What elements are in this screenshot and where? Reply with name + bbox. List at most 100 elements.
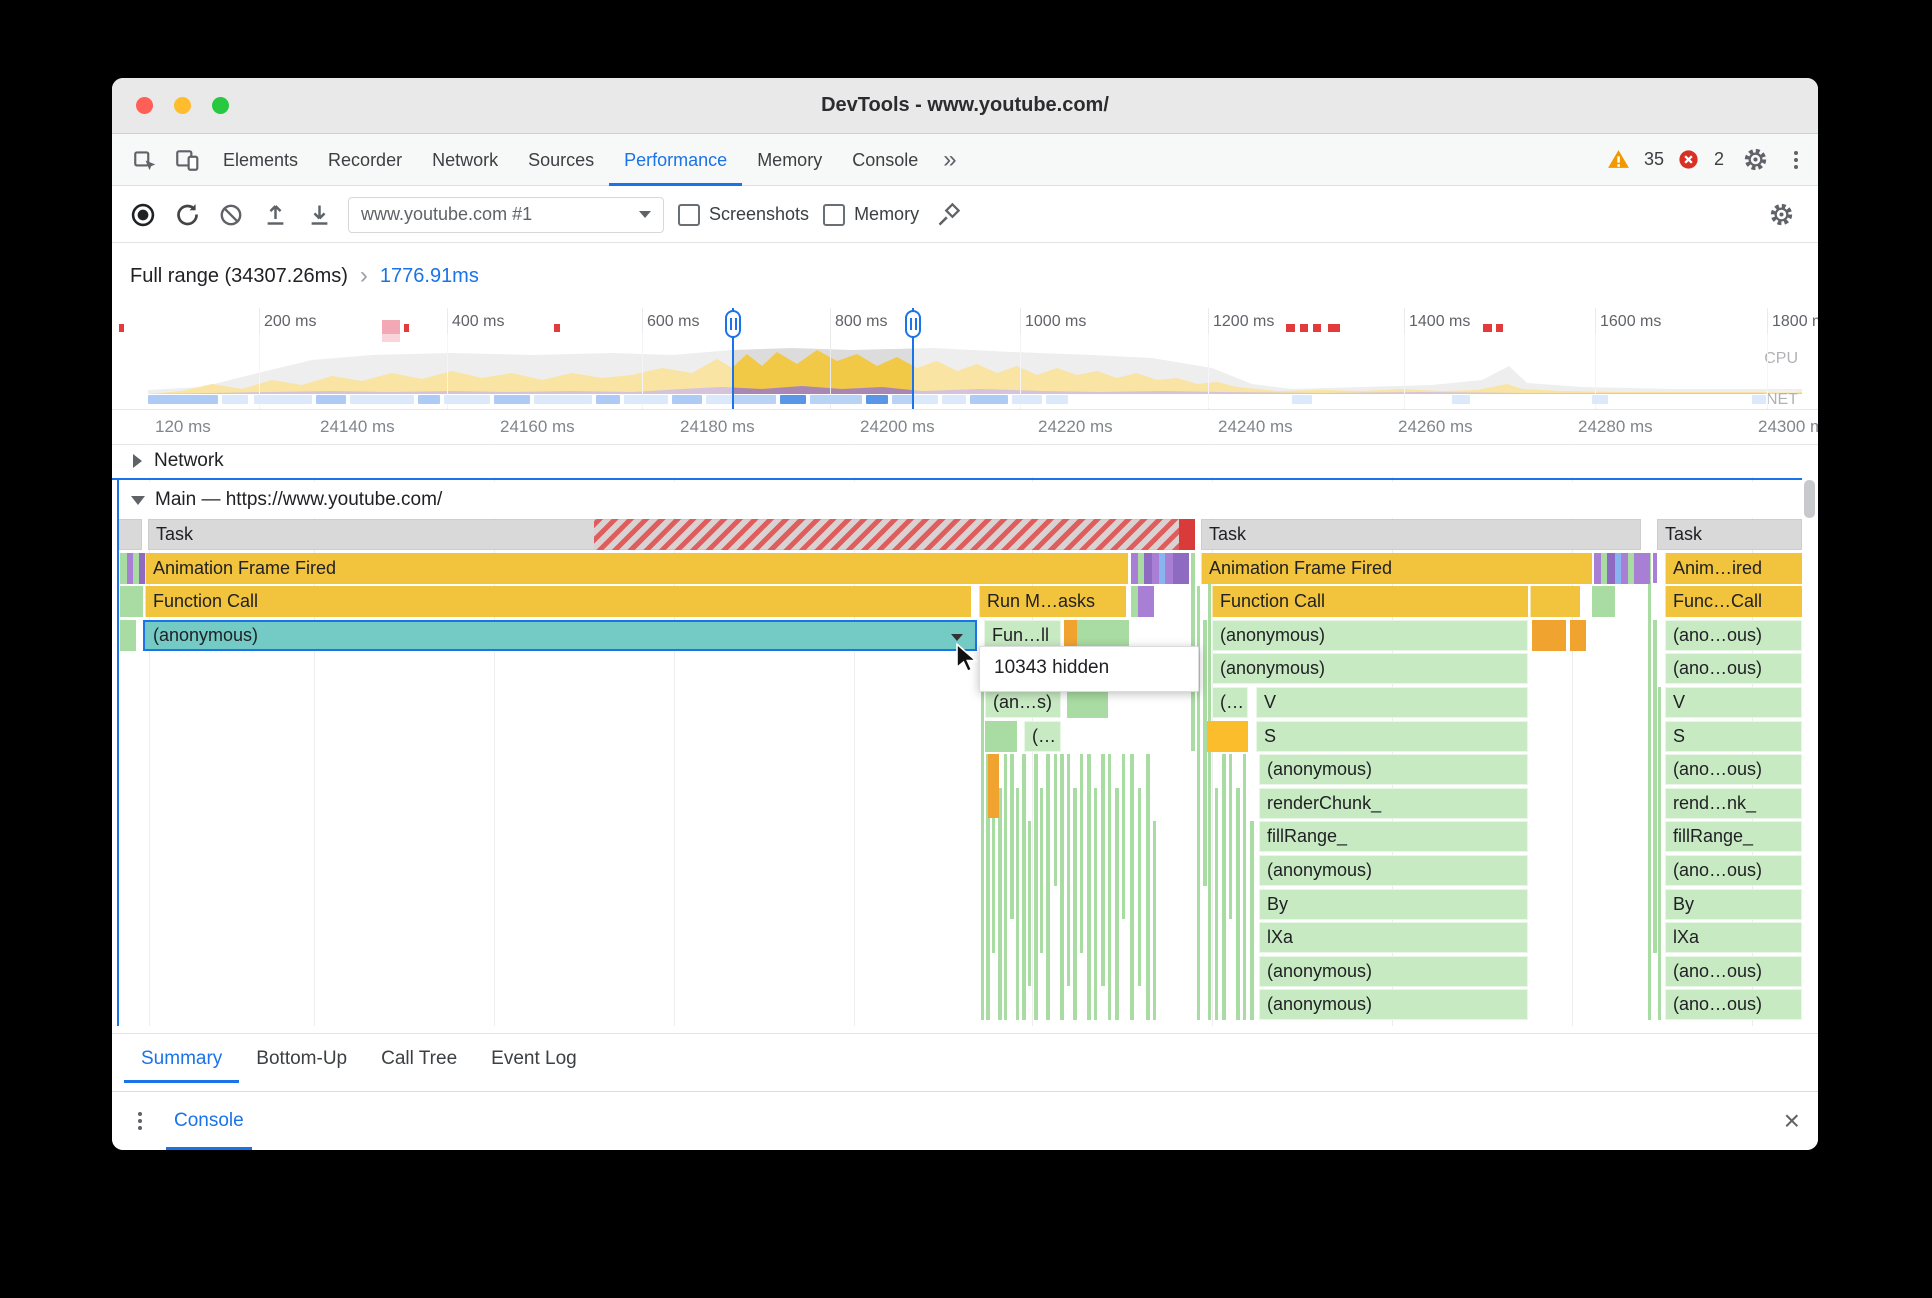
close-drawer-icon[interactable]: ×	[1784, 1092, 1800, 1150]
flame-frame[interactable]: Anim…ired	[1665, 552, 1802, 584]
flame-scrollbar-thumb[interactable]	[1804, 480, 1815, 518]
flame-frame[interactable]: (anonymous)	[1212, 619, 1528, 651]
flame-frame[interactable]: Animation Frame Fired	[1201, 552, 1592, 584]
flame-sliver[interactable]	[998, 787, 1002, 1020]
flame-frame[interactable]: fillRange_	[1259, 821, 1528, 853]
flame-frame[interactable]: lXa	[1665, 922, 1802, 954]
flame-frame[interactable]: (ano…ous)	[1665, 653, 1802, 685]
flame-frame[interactable]: (anonymous)	[1212, 653, 1528, 685]
flame-sliver[interactable]	[1570, 619, 1586, 651]
flame-frame[interactable]: (anonymous)	[143, 619, 977, 651]
drawer-menu-icon[interactable]	[130, 1112, 150, 1130]
flame-sliver[interactable]	[1222, 754, 1226, 1020]
flame-frame[interactable]: (ano…ous)	[1665, 754, 1802, 786]
flame-sliver[interactable]	[1203, 619, 1207, 886]
flame-frame[interactable]: S	[1256, 720, 1528, 752]
flame-sliver[interactable]	[1208, 552, 1211, 1020]
flame-frame[interactable]: (anonymous)	[1259, 989, 1528, 1021]
flame-sliver[interactable]	[1653, 619, 1657, 953]
flame-sliver[interactable]	[1153, 821, 1156, 1020]
flame-sliver[interactable]	[1207, 720, 1248, 752]
flame-sliver[interactable]	[1215, 787, 1218, 1020]
flame-sliver[interactable]	[1087, 754, 1091, 1020]
detail-tab-event-log[interactable]: Event Log	[474, 1034, 594, 1083]
flame-sliver[interactable]	[988, 754, 999, 819]
flame-sliver[interactable]	[1532, 619, 1566, 651]
flame-sliver[interactable]	[1034, 754, 1038, 1020]
flame-chart[interactable]: Task Animation Frame Fired Function Call Ru…	[112, 78, 1802, 1028]
flame-sliver[interactable]	[1250, 821, 1254, 1020]
flame-frame[interactable]: Animation Frame Fired	[145, 552, 1128, 584]
flame-frame[interactable]: Func…Call	[1665, 586, 1802, 618]
flame-sliver[interactable]	[120, 619, 136, 651]
flame-frame[interactable]: (anonymous)	[1259, 754, 1528, 786]
flame-sliver[interactable]	[1138, 586, 1154, 618]
flame-frame[interactable]: renderChunk_	[1259, 787, 1528, 819]
flame-sliver[interactable]	[1173, 552, 1189, 584]
drawer-tab-console[interactable]: Console	[166, 1092, 252, 1150]
flame-frame[interactable]: S	[1665, 720, 1802, 752]
flame-sliver[interactable]	[1046, 754, 1050, 1020]
flame-sliver[interactable]	[1138, 787, 1141, 987]
flame-sliver[interactable]	[1004, 754, 1007, 1020]
flame-frame[interactable]: Task	[1657, 519, 1802, 550]
flame-sliver[interactable]	[1028, 821, 1031, 987]
flame-sliver[interactable]	[1179, 519, 1195, 550]
frame-dropdown-icon[interactable]	[951, 633, 963, 641]
flame-sliver[interactable]	[1648, 552, 1651, 1020]
flame-sliver[interactable]	[981, 653, 984, 1020]
flame-frame[interactable]: (…	[1212, 687, 1248, 718]
flame-scrollbar[interactable]	[1804, 480, 1815, 1026]
flame-frame[interactable]: (ano…ous)	[1665, 855, 1802, 886]
flame-sliver[interactable]	[1022, 754, 1026, 1020]
flame-frame[interactable]: (ano…ous)	[1665, 619, 1802, 651]
flame-sliver[interactable]	[1653, 552, 1657, 584]
flame-sliver[interactable]	[1010, 754, 1014, 920]
flame-sliver[interactable]	[1229, 754, 1232, 920]
flame-sliver[interactable]	[594, 519, 1179, 550]
flame-sliver[interactable]	[1040, 787, 1043, 953]
flame-sliver[interactable]	[1530, 586, 1580, 618]
flame-sliver[interactable]	[1236, 787, 1240, 1020]
flame-sliver[interactable]	[1060, 754, 1064, 1020]
flame-sliver[interactable]	[1108, 754, 1111, 1020]
flame-frame[interactable]: Run M…asks	[979, 586, 1126, 618]
flame-sliver[interactable]	[1080, 754, 1083, 953]
flame-frame[interactable]: Function Call	[145, 586, 971, 618]
flame-sliver[interactable]	[1016, 787, 1019, 1020]
detail-tab-call-tree[interactable]: Call Tree	[364, 1034, 474, 1083]
flame-sliver[interactable]	[1130, 754, 1134, 1020]
flame-frame[interactable]: Function Call	[1212, 586, 1528, 618]
flame-sliver[interactable]	[1658, 687, 1661, 1020]
flame-sliver[interactable]	[1094, 787, 1097, 1020]
flame-sliver[interactable]	[1115, 787, 1119, 1020]
flame-frame[interactable]: Task	[1201, 519, 1641, 550]
flame-frame[interactable]: fillRange_	[1665, 821, 1802, 853]
flame-frame[interactable]: By	[1259, 888, 1528, 920]
flame-frame[interactable]: V	[1665, 687, 1802, 718]
flame-sliver[interactable]	[1101, 754, 1105, 987]
detail-tab-summary[interactable]: Summary	[124, 1034, 239, 1083]
flame-sliver[interactable]	[1634, 552, 1650, 584]
flame-frame[interactable]: (…	[1024, 720, 1061, 752]
flame-frame[interactable]: (ano…ous)	[1665, 989, 1802, 1021]
flame-sliver[interactable]	[1073, 787, 1077, 1020]
flame-frame[interactable]: (anonymous)	[1259, 855, 1528, 886]
flame-frame[interactable]: rend…nk_	[1665, 787, 1802, 819]
flame-sliver[interactable]	[1122, 754, 1125, 920]
flame-sliver[interactable]	[118, 519, 142, 550]
flame-frame[interactable]: V	[1256, 687, 1528, 718]
flame-sliver[interactable]	[1001, 720, 1017, 752]
flame-frame[interactable]: (anonymous)	[1259, 955, 1528, 987]
flame-frame[interactable]: lXa	[1259, 922, 1528, 954]
flame-sliver[interactable]	[1067, 754, 1070, 987]
flame-sliver[interactable]	[1599, 586, 1615, 618]
flame-sliver[interactable]	[127, 586, 143, 618]
detail-tab-bottom-up[interactable]: Bottom-Up	[239, 1034, 364, 1083]
track-selection-border-left	[117, 480, 119, 1026]
flame-frame[interactable]: (ano…ous)	[1665, 955, 1802, 987]
flame-sliver[interactable]	[1146, 754, 1150, 1020]
flame-frame[interactable]: By	[1665, 888, 1802, 920]
flame-sliver[interactable]	[1054, 754, 1057, 886]
flame-sliver[interactable]	[1243, 754, 1246, 1020]
